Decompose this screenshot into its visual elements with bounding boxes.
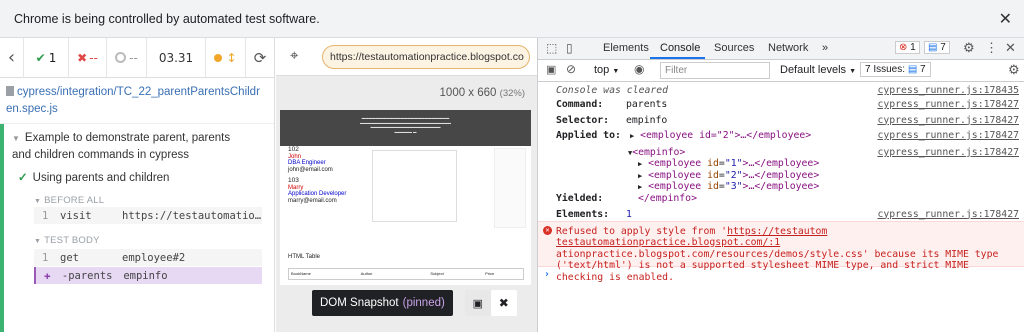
- clear-console-icon[interactable]: ⊘: [566, 62, 576, 76]
- viewport-size: 1000 x 660 (32%): [439, 87, 525, 99]
- caret-icon: ▼: [34, 238, 42, 245]
- device-icon[interactable]: ▯: [566, 41, 573, 55]
- issues-icon: ▤: [907, 64, 918, 75]
- error-icon: ⊗: [899, 42, 908, 53]
- command-row[interactable]: 1 get employee#2: [34, 249, 262, 266]
- inspect-icon[interactable]: ⬚: [546, 41, 557, 55]
- console-toolbar: ▣ ⊘ top ▼ ◉ Filter Default levels ▼ 7 Is…: [538, 60, 1024, 82]
- caret-icon: ▼: [12, 134, 20, 143]
- console-line: ▼<empinfo> cypress_runner.js:178427: [628, 147, 1019, 158]
- dropdown-icon: ▼: [849, 68, 857, 75]
- console-line: Yielded: </empinfo>: [556, 192, 697, 204]
- settings-icon[interactable]: ⚙: [963, 40, 975, 56]
- selector-playground-icon[interactable]: ⌖: [290, 47, 298, 64]
- command-row-pinned[interactable]: ✚ -parents empinfo: [34, 267, 262, 284]
- close-icon[interactable]: ✕: [999, 9, 1012, 29]
- failed-stat: ✖ --: [69, 37, 107, 78]
- devtools-panel: ⬚ ▯ Elements Console Sources Network » ⊗…: [537, 38, 1024, 332]
- preview-sidebar: [494, 148, 526, 228]
- command-row[interactable]: 1 visit https://testautomation…: [34, 207, 262, 224]
- dot-icon: [214, 53, 223, 62]
- preview-box: [372, 150, 457, 222]
- reload-icon[interactable]: ⟳: [246, 38, 274, 78]
- snapshot-label: DOM Snapshot (pinned): [312, 290, 453, 316]
- back-icon[interactable]: ‹: [0, 37, 24, 78]
- prompt-icon: ›: [544, 268, 550, 280]
- dom-child[interactable]: ▶ <employee id="3">…</employee>: [538, 181, 1024, 193]
- pending-stat: --: [107, 37, 147, 78]
- before-all-header[interactable]: ▼ BEFORE ALL: [34, 195, 104, 206]
- test-body-header[interactable]: ▼ TEST BODY: [34, 235, 100, 246]
- eye-icon[interactable]: ◉: [634, 62, 644, 76]
- reporter-header: ‹ ✔ 1 ✖ -- -- 03.31 ↕ ⟳: [0, 37, 274, 78]
- tab-network[interactable]: Network: [768, 42, 808, 54]
- pass-icon: ✓: [18, 172, 28, 184]
- dom-snapshot-bar: DOM Snapshot (pinned) ▣ ✖: [312, 290, 517, 316]
- page-banner: ▬▬▬▬▬▬▬▬▬▬▬▬▬▬▬▬▬▬▬▬▬▬▬▬▬ ▬▬▬▬▬▬▬▬▬▬▬▬▬▬▬…: [280, 110, 531, 146]
- aut-iframe[interactable]: ▬▬▬▬▬▬▬▬▬▬▬▬▬▬▬▬▬▬▬▬▬▬▬▬▬ ▬▬▬▬▬▬▬▬▬▬▬▬▬▬▬…: [280, 110, 531, 285]
- sidebar-toggle-icon[interactable]: ▣: [546, 63, 556, 76]
- tab-console[interactable]: Console: [660, 42, 700, 54]
- pending-icon: [115, 52, 127, 63]
- cypress-reporter: ‹ ✔ 1 ✖ -- -- 03.31 ↕ ⟳ cypress/integrat…: [0, 37, 275, 332]
- tab-sources[interactable]: Sources: [714, 42, 754, 54]
- console-error: ✕ Refused to apply style from 'https://t…: [538, 220, 1024, 283]
- aut-url[interactable]: https://testautomationpractice.blogspot.…: [322, 45, 530, 69]
- console-line: Applied to: ▶ <employee id="2">…</employ…: [556, 130, 1019, 141]
- aut-header: ⌖ https://testautomationpractice.blogspo…: [276, 38, 537, 76]
- automation-infobar: Chrome is being controlled by automated …: [0, 0, 1024, 38]
- console-prompt[interactable]: ›: [538, 267, 1024, 283]
- passed-stat: ✔ 1: [24, 37, 69, 78]
- dropdown-icon: ▼: [612, 68, 620, 75]
- close-icon[interactable]: ✕: [1005, 40, 1016, 56]
- issues-badge[interactable]: 7 Issues: ▤ 7: [860, 62, 931, 77]
- context-select[interactable]: top ▼: [594, 64, 619, 76]
- check-icon: ✔: [35, 50, 46, 65]
- caret-icon: ▼: [34, 198, 42, 205]
- x-icon: ✖: [77, 50, 88, 65]
- error-count-badge[interactable]: ⊗ 1: [895, 41, 920, 54]
- console-line: Elements: 1 cypress_runner.js:178427: [556, 208, 1019, 220]
- expand-icon: ▶: [630, 132, 635, 140]
- suite-block: ▼ Example to demonstrate parent, parents …: [0, 124, 275, 332]
- dom-child[interactable]: ▶ <employee id="2">…</employee>: [538, 170, 1024, 182]
- close-icon[interactable]: ✖: [490, 290, 517, 316]
- dom-node[interactable]: ▶ <employee id="2">…</employee>: [630, 130, 811, 141]
- infobar-message: Chrome is being controlled by automated …: [14, 11, 320, 26]
- highlight-toggle-icon[interactable]: ▣: [464, 290, 491, 316]
- test-title[interactable]: ✓ Using parents and children: [18, 170, 169, 184]
- tab-elements[interactable]: Elements: [603, 42, 649, 54]
- spec-path[interactable]: cypress/integration/TC_22_parentParentsC…: [0, 78, 274, 124]
- console-line: Selector: empinfo cypress_runner.js:1784…: [556, 114, 1019, 126]
- duration: 03.31: [147, 37, 206, 78]
- tab-underline: [650, 57, 705, 59]
- console-line: Console was cleared cypress_runner.js:17…: [556, 85, 1019, 96]
- more-tabs-icon[interactable]: »: [822, 42, 828, 54]
- message-icon: ▤: [928, 42, 938, 53]
- console-line: Command: parents cypress_runner.js:17842…: [556, 99, 1019, 110]
- error-icon: ✕: [543, 225, 552, 235]
- aut-panel: ⌖ https://testautomationpractice.blogspo…: [276, 38, 537, 332]
- file-icon: [6, 86, 14, 96]
- levels-select[interactable]: Default levels ▼: [780, 64, 856, 76]
- message-count-badge[interactable]: ▤ 7: [924, 41, 950, 54]
- preview-table: BookName Author Subject Price: [288, 268, 524, 280]
- console-output: Console was cleared cypress_runner.js:17…: [538, 83, 1024, 283]
- suite-title[interactable]: ▼ Example to demonstrate parent, parents …: [12, 130, 252, 164]
- dom-node[interactable]: ▼<empinfo>: [628, 147, 685, 158]
- pin-icon: ✚: [44, 269, 51, 282]
- scroll-icon[interactable]: ↕: [226, 51, 236, 65]
- settings-icon[interactable]: ⚙: [1008, 62, 1020, 78]
- menu-icon[interactable]: ⋮: [985, 40, 998, 56]
- dom-child[interactable]: ▶ <employee id="1">…</employee>: [538, 158, 1024, 170]
- devtools-tabbar: ⬚ ▯ Elements Console Sources Network » ⊗…: [538, 38, 1024, 60]
- running-indicator: ↕: [206, 37, 246, 78]
- employee-list: 102 John DBA Engineer john@email.com 103…: [288, 146, 347, 204]
- filter-input[interactable]: Filter: [660, 62, 770, 79]
